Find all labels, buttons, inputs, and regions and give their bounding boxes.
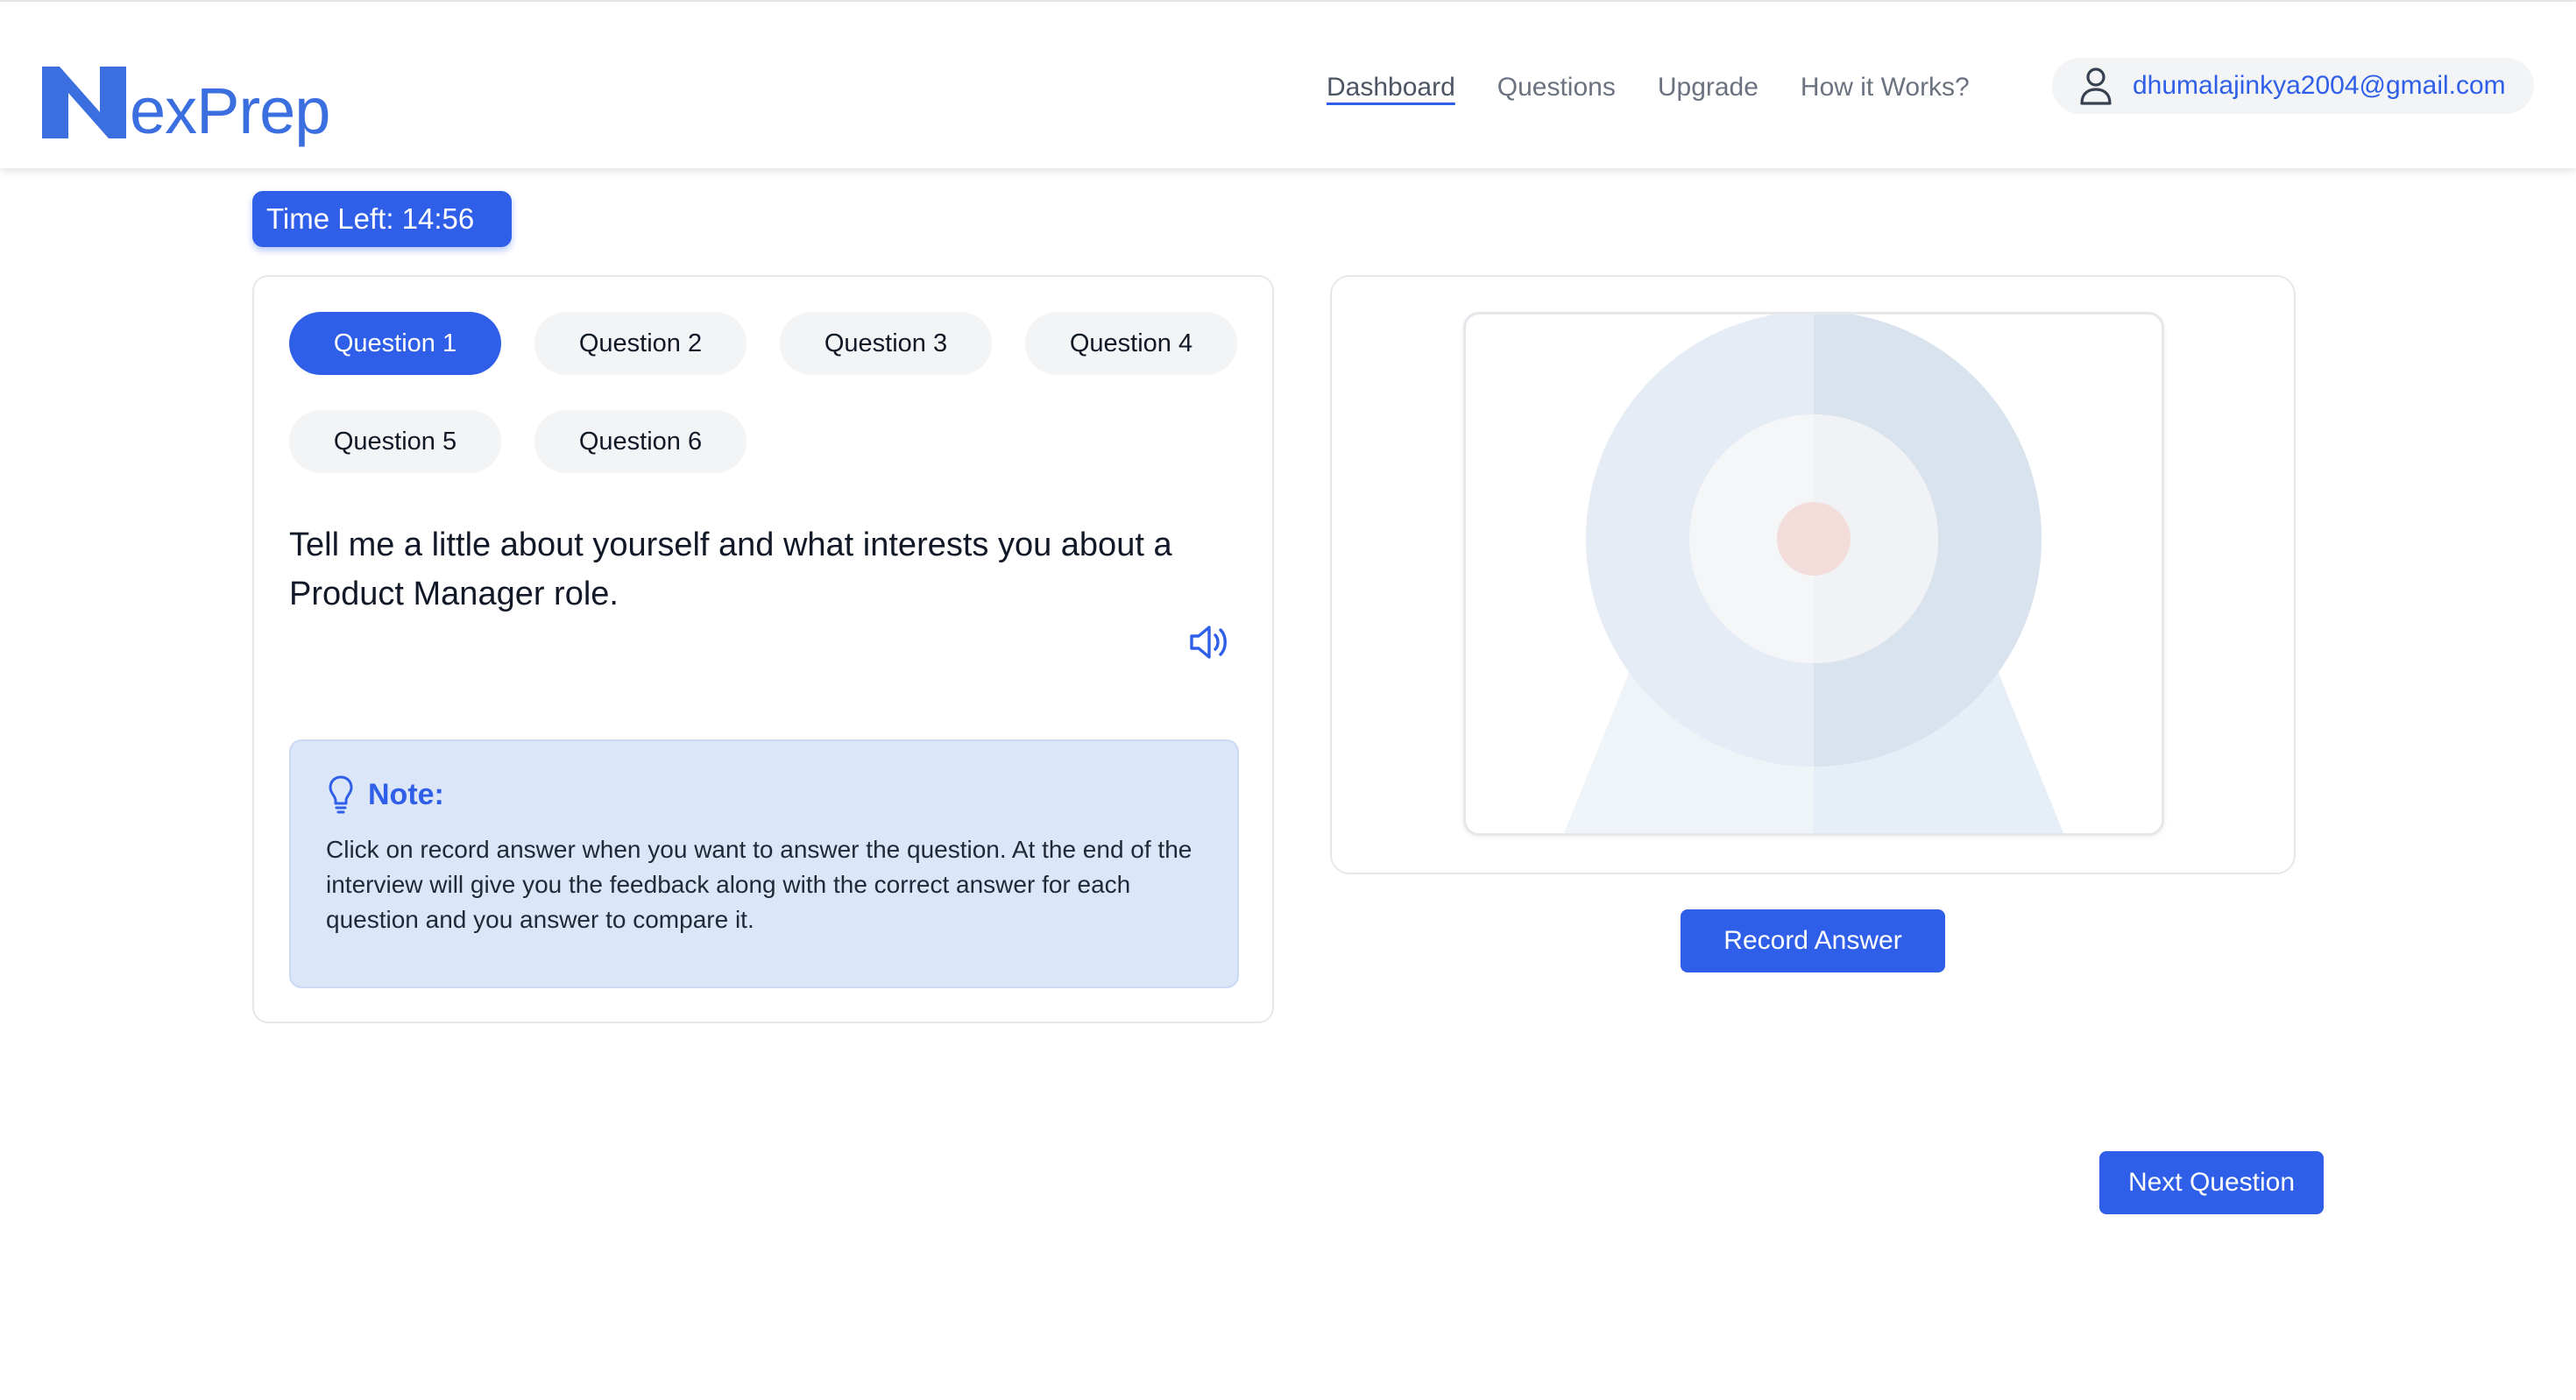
nav-questions[interactable]: Questions — [1497, 68, 1616, 107]
top-navbar: exPrep Dashboard Questions Upgrade How i… — [0, 2, 2576, 168]
user-account-button[interactable]: dhumalajinkya2004@gmail.com — [2052, 58, 2534, 114]
question-card: Question 1 Question 2 Question 3 Questio… — [252, 275, 1274, 1023]
logo-text: exPrep — [130, 74, 330, 147]
nexprep-logo[interactable]: exPrep — [42, 51, 330, 144]
speaker-icon[interactable] — [1186, 620, 1230, 664]
tab-question-1[interactable]: Question 1 — [289, 312, 501, 375]
record-answer-button[interactable]: Record Answer — [1681, 909, 1945, 972]
nav-dashboard[interactable]: Dashboard — [1327, 68, 1455, 107]
note-box: Note: Click on record answer when you wa… — [289, 739, 1239, 988]
question-text: Tell me a little about yourself and what… — [289, 527, 1172, 612]
note-title: Note: — [368, 777, 444, 811]
tab-question-5[interactable]: Question 5 — [289, 410, 501, 473]
tab-question-6[interactable]: Question 6 — [534, 410, 747, 473]
nav-how-it-works[interactable]: How it Works? — [1801, 68, 1970, 107]
tab-question-2[interactable]: Question 2 — [534, 312, 747, 375]
tab-question-4[interactable]: Question 4 — [1025, 312, 1237, 375]
tab-question-3[interactable]: Question 3 — [780, 312, 992, 375]
lightbulb-icon — [329, 775, 353, 814]
note-header: Note: — [328, 774, 444, 815]
note-body: Click on record answer when you want to … — [326, 836, 1192, 933]
user-email: dhumalajinkya2004@gmail.com — [2133, 71, 2506, 100]
webcam-preview — [1463, 312, 2164, 836]
camera-card — [1330, 275, 2296, 874]
webcam-placeholder-icon — [1564, 315, 2063, 833]
user-icon — [2080, 67, 2112, 105]
time-left-badge: Time Left: 14:56 — [252, 191, 512, 247]
main-nav: Dashboard Questions Upgrade How it Works… — [1327, 68, 2012, 107]
next-question-button[interactable]: Next Question — [2099, 1151, 2324, 1214]
nav-upgrade[interactable]: Upgrade — [1658, 68, 1759, 107]
logo-n-mark-icon — [42, 67, 126, 138]
